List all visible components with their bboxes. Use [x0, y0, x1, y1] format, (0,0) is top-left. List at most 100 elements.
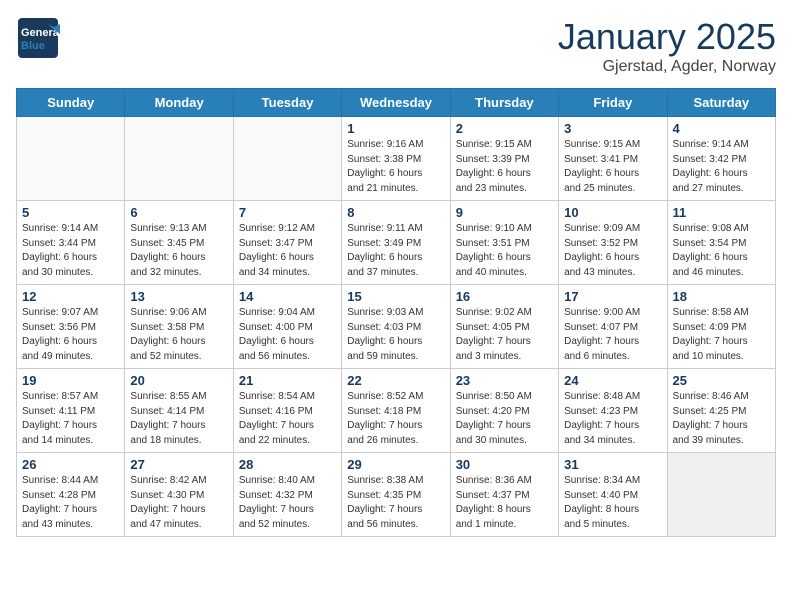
day-info: Sunrise: 9:12 AM Sunset: 3:47 PM Dayligh…: [239, 222, 336, 280]
calendar-cell: 10Sunrise: 9:09 AM Sunset: 3:52 PM Dayli…: [559, 201, 667, 285]
day-number: 2: [456, 121, 553, 136]
calendar-cell: 31 Sunrise: 8:34 AM Sunset: 4:40 PM Dayli…: [559, 453, 667, 537]
day-number: 9: [456, 205, 553, 220]
day-number: 13: [130, 289, 227, 304]
page-header: General Blue January 2025 Gjerstad, Agde…: [16, 16, 776, 76]
day-number: 14: [239, 289, 336, 304]
day-number: 5: [22, 205, 119, 220]
day-info: Sunrise: 9:03 AM Sunset: 4:03 PM Dayligh…: [347, 306, 444, 364]
day-number: 20: [130, 373, 227, 388]
day-info: Sunrise: 8:42 AM Sunset: 4:30 PM Dayligh…: [130, 474, 227, 532]
calendar-cell: 8 Sunrise: 9:11 AM Sunset: 3:49 PM Daylig…: [342, 201, 450, 285]
svg-text:Blue: Blue: [21, 40, 45, 52]
day-number: 7: [239, 205, 336, 220]
logo-icon: General Blue: [16, 16, 60, 60]
day-number: 11: [673, 205, 770, 220]
day-number: 27: [130, 457, 227, 472]
calendar-cell: 28 Sunrise: 8:40 AM Sunset: 4:32 PM Dayli…: [233, 453, 341, 537]
day-info: Sunrise: 9:06 AM Sunset: 3:58 PM Dayligh…: [130, 306, 227, 364]
day-info: Sunrise: 8:55 AM Sunset: 4:14 PM Dayligh…: [130, 390, 227, 448]
day-number: 8: [347, 205, 444, 220]
calendar-cell: 11 Sunrise: 9:08 AM Sunset: 3:54 PM Dayli…: [667, 201, 775, 285]
calendar-cell: 18 Sunrise: 8:58 AM Sunset: 4:09 PM Dayli…: [667, 285, 775, 369]
day-number: 3: [564, 121, 661, 136]
calendar-cell: 5 Sunrise: 9:14 AM Sunset: 3:44 PM Daylig…: [17, 201, 125, 285]
calendar-cell: 2 Sunrise: 9:15 AM Sunset: 3:39 PM Daylig…: [450, 117, 558, 201]
day-info: Sunrise: 8:50 AM Sunset: 4:20 PM Dayligh…: [456, 390, 553, 448]
calendar-cell: 26Sunrise: 8:44 AM Sunset: 4:28 PM Dayli…: [17, 453, 125, 537]
calendar-cell: 14Sunrise: 9:04 AM Sunset: 4:00 PM Dayli…: [233, 285, 341, 369]
calendar-cell: 30 Sunrise: 8:36 AM Sunset: 4:37 PM Dayli…: [450, 453, 558, 537]
calendar-cell: 1Sunrise: 9:16 AM Sunset: 3:38 PM Daylig…: [342, 117, 450, 201]
day-info: Sunrise: 9:07 AM Sunset: 3:56 PM Dayligh…: [22, 306, 119, 364]
day-info: Sunrise: 9:11 AM Sunset: 3:49 PM Dayligh…: [347, 222, 444, 280]
calendar-cell: 6Sunrise: 9:13 AM Sunset: 3:45 PM Daylig…: [125, 201, 233, 285]
day-number: 23: [456, 373, 553, 388]
day-info: Sunrise: 9:14 AM Sunset: 3:44 PM Dayligh…: [22, 222, 119, 280]
day-info: Sunrise: 9:14 AM Sunset: 3:42 PM Dayligh…: [673, 138, 770, 196]
day-header-sunday: Sunday: [17, 89, 125, 117]
day-header-monday: Monday: [125, 89, 233, 117]
location-subtitle: Gjerstad, Agder, Norway: [558, 58, 776, 76]
title-area: January 2025 Gjerstad, Agder, Norway: [558, 16, 776, 76]
day-info: Sunrise: 8:54 AM Sunset: 4:16 PM Dayligh…: [239, 390, 336, 448]
week-row-4: 19Sunrise: 8:57 AM Sunset: 4:11 PM Dayli…: [17, 369, 776, 453]
day-info: Sunrise: 9:02 AM Sunset: 4:05 PM Dayligh…: [456, 306, 553, 364]
calendar-cell: 25 Sunrise: 8:46 AM Sunset: 4:25 PM Dayli…: [667, 369, 775, 453]
day-info: Sunrise: 9:08 AM Sunset: 3:54 PM Dayligh…: [673, 222, 770, 280]
day-info: Sunrise: 9:15 AM Sunset: 3:41 PM Dayligh…: [564, 138, 661, 196]
calendar-cell: [233, 117, 341, 201]
calendar-cell: 29Sunrise: 8:38 AM Sunset: 4:35 PM Dayli…: [342, 453, 450, 537]
calendar-cell: 9Sunrise: 9:10 AM Sunset: 3:51 PM Daylig…: [450, 201, 558, 285]
calendar-cell: 13 Sunrise: 9:06 AM Sunset: 3:58 PM Dayli…: [125, 285, 233, 369]
day-number: 16: [456, 289, 553, 304]
day-number: 21: [239, 373, 336, 388]
day-number: 17: [564, 289, 661, 304]
day-number: 6: [130, 205, 227, 220]
week-row-1: 1Sunrise: 9:16 AM Sunset: 3:38 PM Daylig…: [17, 117, 776, 201]
calendar-cell: 20 Sunrise: 8:55 AM Sunset: 4:14 PM Dayli…: [125, 369, 233, 453]
day-number: 22: [347, 373, 444, 388]
logo: General Blue: [16, 16, 60, 60]
day-number: 10: [564, 205, 661, 220]
day-number: 30: [456, 457, 553, 472]
day-info: Sunrise: 8:46 AM Sunset: 4:25 PM Dayligh…: [673, 390, 770, 448]
calendar-cell: 17 Sunrise: 9:00 AM Sunset: 4:07 PM Dayli…: [559, 285, 667, 369]
logo-container: General Blue: [16, 16, 60, 60]
calendar-cell: 27 Sunrise: 8:42 AM Sunset: 4:30 PM Dayli…: [125, 453, 233, 537]
month-title: January 2025: [558, 16, 776, 58]
day-number: 18: [673, 289, 770, 304]
day-header-tuesday: Tuesday: [233, 89, 341, 117]
calendar-cell: 23 Sunrise: 8:50 AM Sunset: 4:20 PM Dayli…: [450, 369, 558, 453]
day-number: 31: [564, 457, 661, 472]
calendar-table: SundayMondayTuesdayWednesdayThursdayFrid…: [16, 88, 776, 537]
day-number: 12: [22, 289, 119, 304]
calendar-cell: [125, 117, 233, 201]
day-number: 24: [564, 373, 661, 388]
day-info: Sunrise: 8:36 AM Sunset: 4:37 PM Dayligh…: [456, 474, 553, 532]
day-info: Sunrise: 8:52 AM Sunset: 4:18 PM Dayligh…: [347, 390, 444, 448]
day-number: 28: [239, 457, 336, 472]
calendar-cell: 21 Sunrise: 8:54 AM Sunset: 4:16 PM Dayli…: [233, 369, 341, 453]
day-header-saturday: Saturday: [667, 89, 775, 117]
day-info: Sunrise: 8:38 AM Sunset: 4:35 PM Dayligh…: [347, 474, 444, 532]
day-info: Sunrise: 8:40 AM Sunset: 4:32 PM Dayligh…: [239, 474, 336, 532]
day-info: Sunrise: 8:58 AM Sunset: 4:09 PM Dayligh…: [673, 306, 770, 364]
day-header-friday: Friday: [559, 89, 667, 117]
day-header-row: SundayMondayTuesdayWednesdayThursdayFrid…: [17, 89, 776, 117]
day-info: Sunrise: 8:34 AM Sunset: 4:40 PM Dayligh…: [564, 474, 661, 532]
calendar-cell: 19Sunrise: 8:57 AM Sunset: 4:11 PM Dayli…: [17, 369, 125, 453]
day-info: Sunrise: 9:00 AM Sunset: 4:07 PM Dayligh…: [564, 306, 661, 364]
day-number: 4: [673, 121, 770, 136]
day-number: 19: [22, 373, 119, 388]
calendar-cell: 15Sunrise: 9:03 AM Sunset: 4:03 PM Dayli…: [342, 285, 450, 369]
day-number: 25: [673, 373, 770, 388]
day-header-thursday: Thursday: [450, 89, 558, 117]
day-header-wednesday: Wednesday: [342, 89, 450, 117]
day-info: Sunrise: 9:15 AM Sunset: 3:39 PM Dayligh…: [456, 138, 553, 196]
week-row-2: 5 Sunrise: 9:14 AM Sunset: 3:44 PM Daylig…: [17, 201, 776, 285]
calendar-cell: [667, 453, 775, 537]
day-info: Sunrise: 9:16 AM Sunset: 3:38 PM Dayligh…: [347, 138, 444, 196]
day-info: Sunrise: 8:48 AM Sunset: 4:23 PM Dayligh…: [564, 390, 661, 448]
calendar-cell: [17, 117, 125, 201]
